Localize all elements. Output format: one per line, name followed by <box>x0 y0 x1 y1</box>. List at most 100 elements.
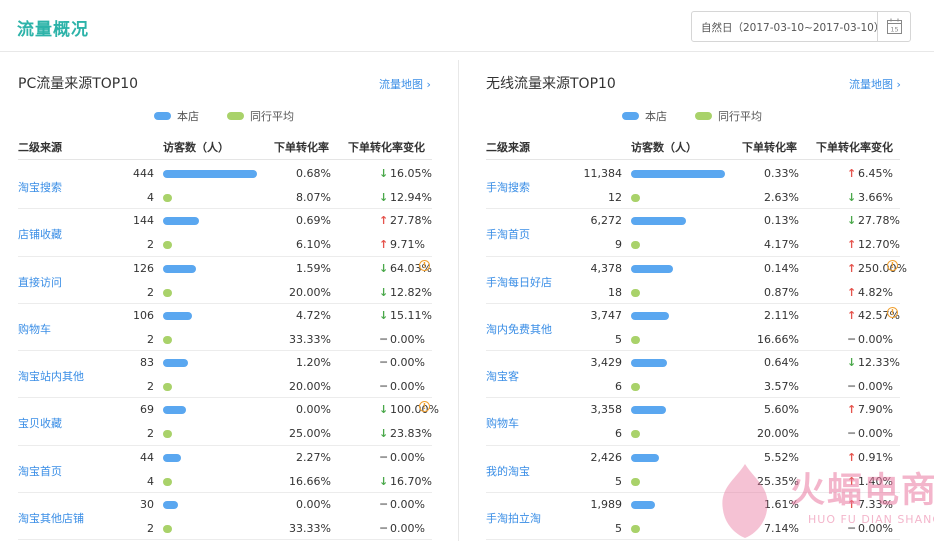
change-value: 27.78% <box>858 214 900 228</box>
conversion-change: ━ 0.00% <box>847 333 893 346</box>
visitor-count: 6 <box>615 380 622 394</box>
peer-avg-subrow: 2 6.10% ↑ 9.71% <box>18 233 432 256</box>
visitor-count: 3,358 <box>590 403 623 417</box>
visitor-count: 126 <box>133 261 154 275</box>
col-visitors: 访客数（人） <box>163 141 229 154</box>
conversion-change: ━ 0.00% <box>379 380 425 393</box>
peer-avg-subrow: 5 16.66% ━ 0.00% <box>486 328 900 351</box>
pc-table-header: 二级来源 访客数（人） 下单转化率 下单转化率变化 <box>18 136 432 160</box>
conversion-rate: 16.66% <box>289 474 331 488</box>
conversion-change: ━ 0.00% <box>379 522 425 535</box>
header-bar: 流量概况 自然日（2017-03-10~2017-03-10） 15 <box>0 0 934 52</box>
mobile-rows: 手淘搜索 11,384 0.33% ↑ 6.45% 12 2.63% ↓ 3.66% 手淘首页 6,… <box>486 162 907 541</box>
table-row: 手淘首页 6,272 0.13% ↓ 27.78% 9 4.17% ↑ 12.70% <box>486 209 900 257</box>
shop-visitor-bar <box>631 311 669 320</box>
conversion-change: ↑ 27.78% <box>379 214 432 227</box>
shop-visitor-bar <box>163 406 186 415</box>
legend-avg-label: 同行平均 <box>718 110 762 123</box>
conversion-change: ↓ 16.05% <box>379 167 432 180</box>
shop-subrow: 6,272 0.13% ↓ 27.78% <box>486 209 900 232</box>
warning-icon[interactable]: ! <box>887 306 898 318</box>
shop-visitor-bar <box>163 501 178 510</box>
conversion-rate: 4.72% <box>296 308 331 322</box>
arrow-down-icon: ↓ <box>379 285 389 299</box>
visitor-count: 6 <box>615 427 622 441</box>
change-value: 250.00% <box>858 261 907 275</box>
conversion-change: ↑ 4.82% <box>847 286 893 299</box>
table-row: 手淘搜索 11,384 0.33% ↑ 6.45% 12 2.63% ↓ 3.66% <box>486 162 900 210</box>
avg-visitor-bar <box>163 383 172 392</box>
change-value: 0.91% <box>858 450 893 464</box>
table-row: 购物车 106 4.72% ↓ 15.11% 2 33.33% ━ 0.00% <box>18 304 432 352</box>
conversion-rate: 0.64% <box>764 356 799 370</box>
conversion-change: ↑ 6.45% <box>847 167 893 180</box>
date-range-picker[interactable]: 自然日（2017-03-10~2017-03-10） 15 <box>691 11 911 42</box>
peer-avg-subrow: 2 20.00% ━ 0.00% <box>18 375 432 398</box>
change-value: 15.11% <box>390 308 432 322</box>
conversion-change: ↑ 7.33% <box>847 498 893 511</box>
conversion-rate: 3.57% <box>764 380 799 394</box>
conversion-rate: 2.11% <box>764 308 799 322</box>
change-value: 12.70% <box>858 238 900 252</box>
conversion-rate: 0.00% <box>296 498 331 512</box>
svg-text:15: 15 <box>890 25 898 33</box>
peer-avg-subrow: 5 7.14% ━ 0.00% <box>486 517 900 540</box>
shop-subrow: 11,384 0.33% ↑ 6.45% <box>486 162 900 185</box>
peer-avg-subrow: 2 20.00% ↓ 12.82% <box>18 281 432 304</box>
arrow-up-icon: ↑ <box>847 238 857 252</box>
visitor-count: 9 <box>615 238 622 252</box>
change-value: 3.66% <box>858 191 893 204</box>
conversion-rate: 5.60% <box>764 403 799 417</box>
arrow-down-icon: ↓ <box>379 308 389 322</box>
visitor-count: 3,429 <box>590 356 623 370</box>
shop-visitor-bar <box>631 264 673 273</box>
peer-avg-subrow: 4 8.07% ↓ 12.94% <box>18 186 432 209</box>
change-value: 0.00% <box>858 332 893 346</box>
visitor-count: 44 <box>140 450 154 464</box>
shop-subrow: 4,378 0.14% ↑ 250.00%! <box>486 257 907 280</box>
table-row: 淘宝首页 44 2.27% ━ 0.00% 4 16.66% ↓ 16.70% <box>18 446 432 494</box>
peer-avg-subrow: 6 3.57% ━ 0.00% <box>486 375 900 398</box>
conversion-rate: 33.33% <box>289 332 331 346</box>
conversion-change: ↓ 27.78% <box>847 214 900 227</box>
change-value: 7.33% <box>858 498 893 512</box>
change-value: 0.00% <box>390 356 425 370</box>
mobile-traffic-map-link[interactable]: 流量地图 › <box>849 76 901 92</box>
legend-shop-label: 本店 <box>645 110 667 123</box>
flat-dash-icon: ━ <box>380 522 387 536</box>
warning-icon[interactable]: ! <box>419 259 430 271</box>
warning-icon[interactable]: ! <box>887 259 898 271</box>
calendar-button[interactable]: 15 <box>877 12 910 41</box>
change-value: 16.05% <box>390 167 432 180</box>
conversion-rate: 1.59% <box>296 261 331 275</box>
col-conversion: 下单转化率 <box>742 141 797 154</box>
table-row: 直接访问 126 1.59% ↓ 64.03%! 2 20.00% ↓ 12.82% <box>18 257 432 304</box>
flat-dash-icon: ━ <box>380 498 387 512</box>
visitor-count: 2 <box>147 238 154 252</box>
flat-dash-icon: ━ <box>848 380 855 394</box>
change-value: 7.90% <box>858 403 893 417</box>
peer-avg-subrow: 2 33.33% ━ 0.00% <box>18 517 432 540</box>
visitor-count: 18 <box>608 285 622 299</box>
conversion-rate: 8.07% <box>296 191 331 204</box>
shop-visitor-bar <box>631 359 667 368</box>
legend-shop-swatch <box>154 112 171 120</box>
shop-subrow: 44 2.27% ━ 0.00% <box>18 446 432 469</box>
conversion-change: ━ 0.00% <box>847 380 893 393</box>
peer-avg-subrow: 6 20.00% ━ 0.00% <box>486 422 900 445</box>
visitor-count: 4 <box>147 474 154 488</box>
avg-visitor-bar <box>631 477 640 486</box>
shop-subrow: 444 0.68% ↓ 16.05% <box>18 162 432 185</box>
table-row: 手淘每日好店 4,378 0.14% ↑ 250.00%! 18 0.87% ↑ 4.82% <box>486 257 907 304</box>
shop-subrow: 2,426 5.52% ↑ 0.91% <box>486 446 900 469</box>
visitor-count: 2 <box>147 285 154 299</box>
visitor-count: 4 <box>147 191 154 204</box>
table-row: 淘宝站内其他 83 1.20% ━ 0.00% 2 20.00% ━ 0.00% <box>18 351 432 399</box>
visitor-count: 3,747 <box>590 308 623 322</box>
col-visitors: 访客数（人） <box>631 141 697 154</box>
avg-visitor-bar <box>631 241 640 250</box>
visitor-count: 444 <box>133 167 154 180</box>
conversion-change: ↑ 1.40% <box>847 475 893 488</box>
change-value: 12.82% <box>390 285 432 299</box>
pc-traffic-map-link[interactable]: 流量地图 › <box>379 76 431 92</box>
